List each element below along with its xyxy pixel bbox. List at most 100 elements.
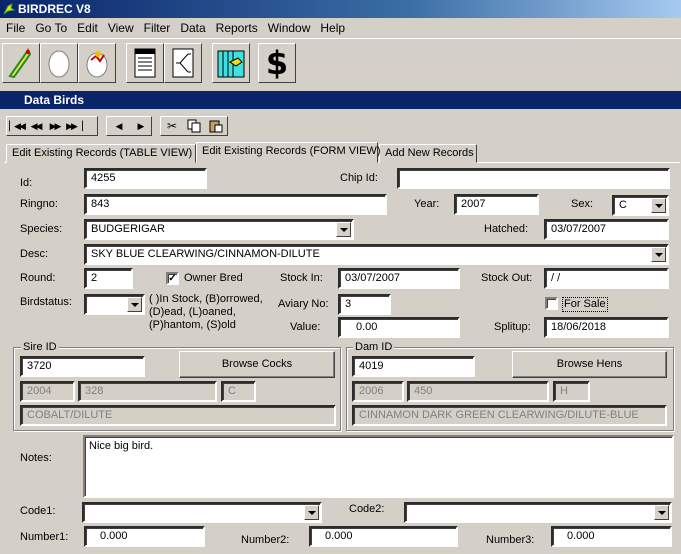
splitup-field[interactable]: 18/06/2018 xyxy=(544,317,669,338)
species-select[interactable]: BUDGERIGAR xyxy=(84,219,354,240)
chevron-down-icon[interactable] xyxy=(654,505,669,520)
code1-label: Code1: xyxy=(20,505,56,517)
stock-in-field[interactable]: 03/07/2007 xyxy=(338,268,460,289)
chip-id-field[interactable] xyxy=(397,168,670,189)
menu-file[interactable]: File xyxy=(2,18,31,38)
main-toolbar: $ xyxy=(0,38,681,86)
ringno-field[interactable]: 843 xyxy=(84,194,387,215)
copy-icon[interactable] xyxy=(183,117,205,135)
birdstatus-select[interactable] xyxy=(84,294,145,315)
aviary-button[interactable] xyxy=(212,43,250,83)
number3-field[interactable]: 0.000 xyxy=(551,526,672,547)
app-title: BIRDREC V8 xyxy=(18,2,91,16)
dam-group-title: Dam ID xyxy=(353,341,395,354)
sex-select[interactable]: C xyxy=(612,195,669,216)
menu-bar: File Go To Edit View Filter Data Reports… xyxy=(0,18,681,38)
menu-help[interactable]: Help xyxy=(316,18,351,38)
menu-filter[interactable]: Filter xyxy=(140,18,177,38)
value-field[interactable]: 0.00 xyxy=(338,317,460,338)
number1-label: Number1: xyxy=(20,531,69,543)
notes-label: Notes: xyxy=(20,452,52,464)
notes-textarea[interactable]: Nice big bird. xyxy=(83,435,674,498)
dam-sex-field: H xyxy=(553,381,590,402)
birdstatus-help-line-2: (D)ead, (L)oaned, xyxy=(149,306,236,318)
chevron-down-icon[interactable] xyxy=(304,505,319,520)
species-label: Species: xyxy=(20,223,63,235)
year-field[interactable]: 2007 xyxy=(454,194,539,215)
menu-data[interactable]: Data xyxy=(176,18,211,38)
last-record-button[interactable]: ▶▶▕ xyxy=(64,117,83,135)
first-record-button[interactable]: ▏◀◀ xyxy=(7,117,26,135)
sire-desc-field: COBALT/DILUTE xyxy=(20,405,336,426)
next-page-button[interactable]: ▶▶ xyxy=(45,117,64,135)
browse-cocks-button[interactable]: Browse Cocks xyxy=(179,351,335,378)
for-sale-checkbox[interactable] xyxy=(545,297,558,310)
dollar-button[interactable]: $ xyxy=(258,43,296,83)
tab-add-new[interactable]: Add New Records xyxy=(379,144,477,163)
birdstatus-help-line-3: (P)hantom, (S)old xyxy=(149,319,236,331)
year-label: Year: xyxy=(414,198,440,210)
ringno-label: Ringno: xyxy=(20,198,58,210)
menu-window[interactable]: Window xyxy=(264,18,317,38)
chevron-down-icon[interactable] xyxy=(651,198,666,213)
code2-select[interactable] xyxy=(404,502,672,523)
owner-bred-label: Owner Bred xyxy=(184,272,243,284)
hatched-field[interactable]: 03/07/2007 xyxy=(544,219,669,240)
menu-reports[interactable]: Reports xyxy=(212,18,264,38)
sire-sex-field: C xyxy=(221,381,256,402)
stock-out-field[interactable]: / / xyxy=(544,268,669,289)
egg-icon xyxy=(48,50,70,78)
sire-id-field[interactable]: 3720 xyxy=(20,356,145,377)
egg-button[interactable] xyxy=(40,43,78,83)
for-sale-label: For Sale xyxy=(562,297,608,312)
number1-field[interactable]: 0.000 xyxy=(84,526,205,547)
desc-select[interactable]: SKY BLUE CLEARWING/CINNAMON-DILUTE xyxy=(84,244,669,265)
dam-id-field[interactable]: 4019 xyxy=(352,356,475,377)
stock-out-label: Stock Out: xyxy=(481,272,533,284)
previous-record-button[interactable]: ◀ xyxy=(107,117,129,135)
chevron-down-icon[interactable] xyxy=(651,247,666,262)
id-field[interactable]: 4255 xyxy=(84,168,207,189)
document-list-icon xyxy=(134,48,156,78)
owner-bred-checkbox[interactable]: ✓ xyxy=(166,272,179,285)
browse-hens-button[interactable]: Browse Hens xyxy=(512,351,667,378)
number2-label: Number2: xyxy=(241,534,290,546)
value-label: Value: xyxy=(290,321,321,333)
desc-value: SKY BLUE CLEARWING/CINNAMON-DILUTE xyxy=(91,248,320,260)
cut-icon[interactable]: ✂ xyxy=(161,117,183,135)
bird-tool-button[interactable] xyxy=(2,43,40,83)
chip-id-label: Chip Id: xyxy=(340,172,378,184)
dam-desc-field: CINNAMON DARK GREEN CLEARWING/DILUTE-BLU… xyxy=(352,405,667,426)
child-window-title: Data Birds xyxy=(24,93,85,107)
birdstatus-help-line-1: ( )In Stock, (B)orrowed, xyxy=(149,293,263,305)
round-label: Round: xyxy=(20,272,56,284)
aviary-no-field[interactable]: 3 xyxy=(338,294,391,315)
pedigree-button[interactable] xyxy=(164,43,202,83)
menu-edit[interactable]: Edit xyxy=(73,18,104,38)
pedigree-icon xyxy=(172,48,194,78)
chevron-down-icon[interactable] xyxy=(336,222,351,237)
tab-table-view[interactable]: Edit Existing Records (TABLE VIEW) xyxy=(6,144,196,163)
clipboard-toolbar: ✂ xyxy=(160,116,228,136)
aviary-icon xyxy=(217,50,245,78)
sire-group-title: Sire ID xyxy=(21,341,59,354)
round-field[interactable]: 2 xyxy=(84,268,133,289)
document-list-button[interactable] xyxy=(126,43,164,83)
number2-field[interactable]: 0.000 xyxy=(309,526,458,547)
chevron-down-icon[interactable] xyxy=(127,297,142,312)
dam-year-field: 2006 xyxy=(352,381,404,402)
menu-view[interactable]: View xyxy=(104,18,140,38)
hatching-egg-button[interactable] xyxy=(78,43,116,83)
next-record-button[interactable]: ▶ xyxy=(129,117,151,135)
app-bird-icon xyxy=(3,3,16,15)
code1-select[interactable] xyxy=(82,502,322,523)
aviary-no-label: Aviary No: xyxy=(278,298,329,310)
paste-icon[interactable] xyxy=(205,117,227,135)
tab-form-view[interactable]: Edit Existing Records (FORM VIEW) xyxy=(196,142,380,163)
hatching-egg-icon xyxy=(86,51,108,78)
child-window-title-bar: Data Birds xyxy=(0,91,681,109)
species-value: BUDGERIGAR xyxy=(91,223,165,235)
previous-page-button[interactable]: ◀◀ xyxy=(26,117,45,135)
number3-label: Number3: xyxy=(486,534,535,546)
menu-goto[interactable]: Go To xyxy=(31,18,73,38)
